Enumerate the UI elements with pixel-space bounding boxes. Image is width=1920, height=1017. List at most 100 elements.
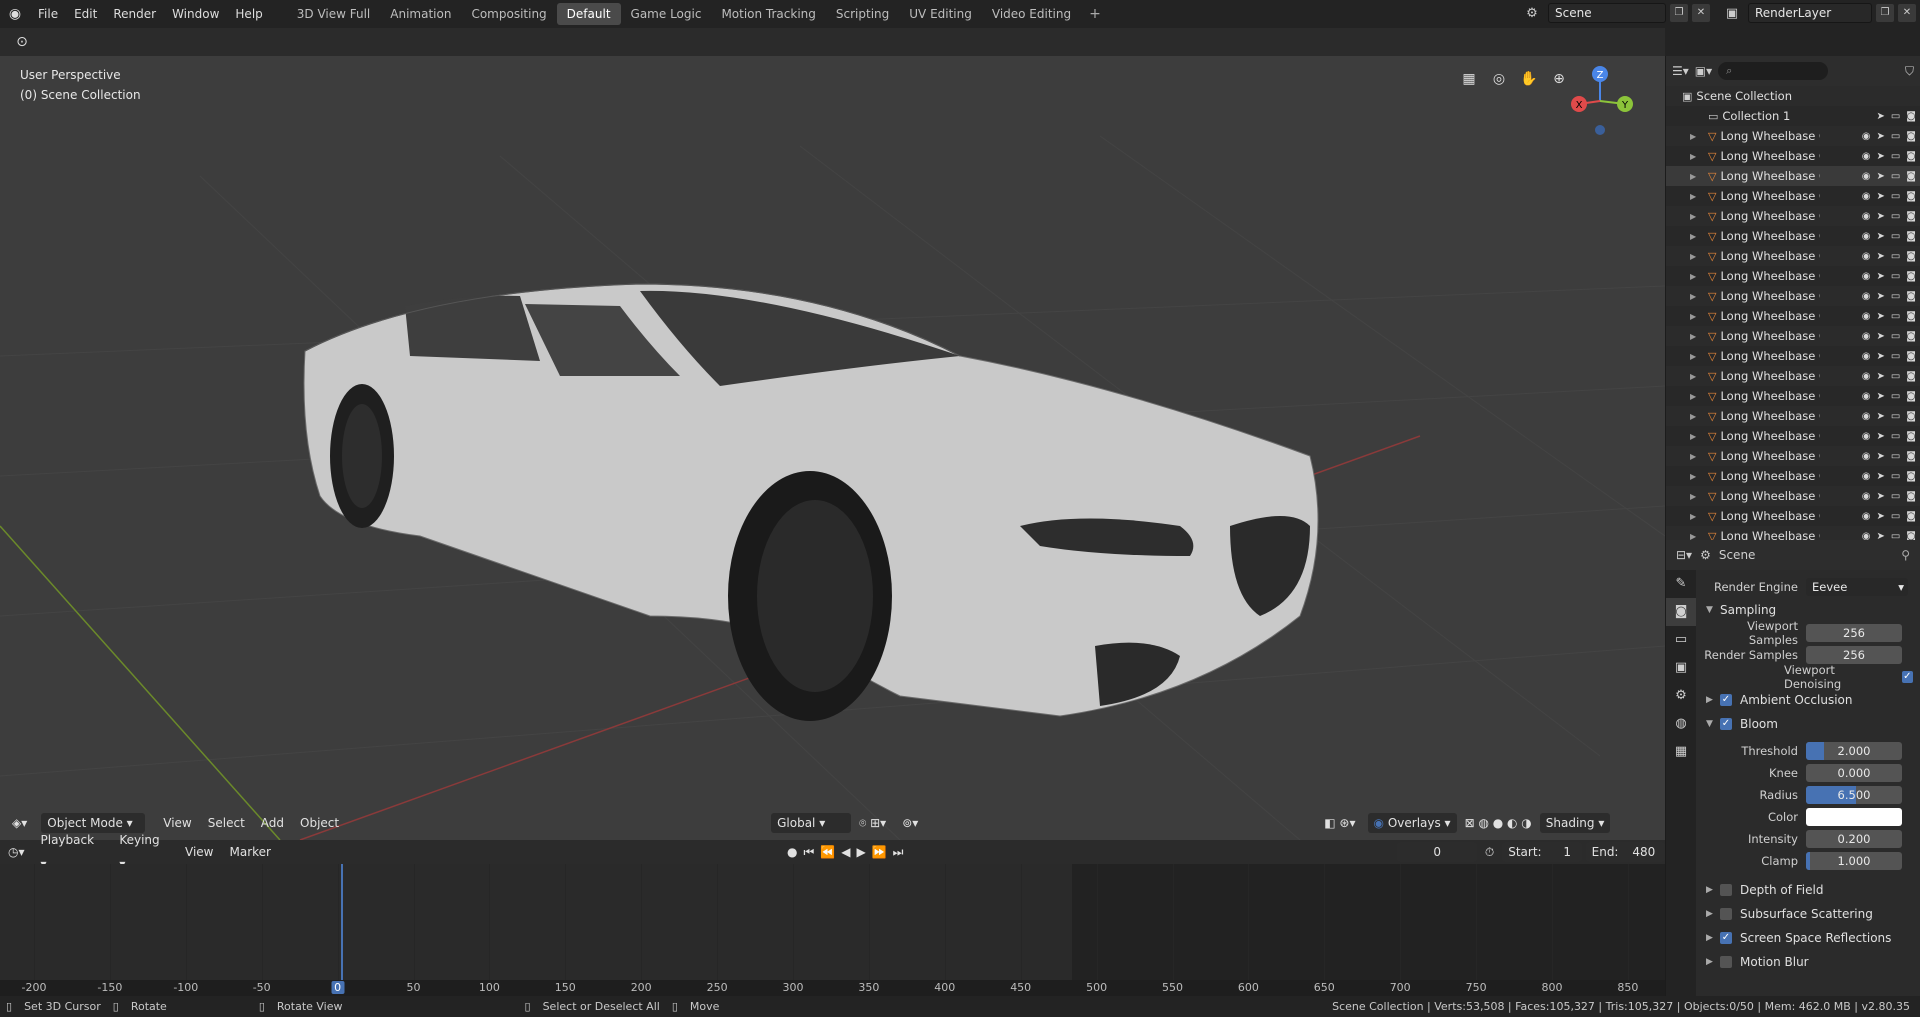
render-toggle-icon[interactable]: ◙ [1906, 531, 1916, 541]
transform-orientation-dropdown[interactable]: Global ▾ [771, 813, 852, 833]
new-scene-icon[interactable]: ❐ [1670, 4, 1688, 22]
clamp-slider[interactable]: 1.000 [1806, 852, 1902, 870]
outliner-search-input[interactable]: ⌕ [1718, 62, 1829, 80]
expand-arrow-icon[interactable]: ▶ [1690, 232, 1708, 241]
play-icon[interactable]: ▶ [856, 845, 871, 859]
eye-icon[interactable]: ◉ [1862, 191, 1871, 202]
select-toggle-icon[interactable]: ➤ [1876, 491, 1884, 502]
delete-layer-icon[interactable]: ✕ [1898, 4, 1916, 22]
viewport-toggle-icon[interactable]: ▭ [1891, 311, 1900, 322]
expand-arrow-icon[interactable]: ▶ [1690, 212, 1708, 221]
render-toggle-icon[interactable]: ◙ [1906, 151, 1916, 162]
menu-render[interactable]: Render [105, 0, 164, 28]
knee-slider[interactable]: 0.000 [1806, 764, 1902, 782]
filter-icon[interactable]: ⛉ [1905, 64, 1914, 79]
menu-help[interactable]: Help [227, 0, 270, 28]
viewport-toggle-icon[interactable]: ▭ [1891, 431, 1900, 442]
viewport-toggle-icon[interactable]: ▭ [1891, 131, 1900, 142]
render-tab-icon[interactable]: ◙ [1666, 598, 1696, 626]
grid-icon[interactable]: ▦ [1458, 68, 1480, 90]
hand-pan-icon[interactable]: ✋ [1518, 68, 1540, 90]
eye-icon[interactable]: ◉ [1862, 171, 1871, 182]
navigation-gizmo[interactable]: Z Y X [1567, 66, 1637, 146]
tab-3d-view-full[interactable]: 3D View Full [287, 3, 381, 25]
expand-arrow-icon[interactable]: ▶ [1690, 172, 1708, 181]
outliner-object-row[interactable]: ▶▽Long Wheelbase Car ◉ ➤ ▭ ◙ [1666, 406, 1920, 426]
viewport-toggle-icon[interactable]: ▭ [1891, 451, 1900, 462]
active-tool-icon[interactable]: ⊙ [10, 32, 34, 52]
select-toggle-icon[interactable]: ➤ [1876, 531, 1884, 541]
outliner-object-row[interactable]: ▶▽Long Wheelbase Car ◉ ➤ ▭ ◙ [1666, 126, 1920, 146]
expand-arrow-icon[interactable]: ▶ [1690, 292, 1708, 301]
tab-default[interactable]: Default [556, 3, 621, 25]
eye-icon[interactable]: ◉ [1862, 351, 1871, 362]
select-toggle-icon[interactable]: ➤ [1876, 451, 1884, 462]
outliner-object-row[interactable]: ▶▽Long Wheelbase Car ◉ ➤ ▭ ◙ [1666, 286, 1920, 306]
texture-tab-icon[interactable]: ▦ [1666, 738, 1696, 766]
viewport-toggle-icon[interactable]: ▭ [1891, 271, 1900, 282]
outliner-object-row[interactable]: ▶▽Long Wheelbase Car ◉ ➤ ▭ ◙ [1666, 486, 1920, 506]
viewport-toggle-icon[interactable]: ▭ [1891, 151, 1900, 162]
viewport-toggle-icon[interactable]: ▭ [1891, 531, 1900, 541]
outliner-object-row[interactable]: ▶▽Long Wheelbase Car ◉ ➤ ▭ ◙ [1666, 226, 1920, 246]
jump-start-icon[interactable]: ⏮ [803, 845, 820, 859]
record-icon[interactable]: ● [787, 845, 803, 859]
select-toggle-icon[interactable]: ➤ [1876, 411, 1884, 422]
threshold-slider[interactable]: 2.000 [1806, 742, 1902, 760]
menu-window[interactable]: Window [164, 0, 227, 28]
render-toggle-icon[interactable]: ◙ [1906, 491, 1916, 502]
render-toggle-icon[interactable]: ◙ [1906, 471, 1916, 482]
select-toggle-icon[interactable]: ➤ [1876, 171, 1884, 182]
outliner-object-row[interactable]: ▶▽Long Wheelbase Car ◉ ➤ ▭ ◙ [1666, 306, 1920, 326]
expand-arrow-icon[interactable]: ▶ [1690, 312, 1708, 321]
ssr-panel[interactable]: ▶ ✓ Screen Space Reflections [1696, 926, 1920, 950]
eye-icon[interactable]: ◉ [1862, 231, 1871, 242]
viewport-toggle-icon[interactable]: ▭ [1891, 111, 1900, 122]
depth-of-field-checkbox[interactable] [1720, 884, 1732, 896]
render-toggle-icon[interactable]: ◙ [1906, 111, 1916, 122]
eye-icon[interactable]: ◉ [1862, 271, 1871, 282]
tab-compositing[interactable]: Compositing [461, 3, 556, 25]
play-reverse-icon[interactable]: ◀ [841, 845, 856, 859]
select-toggle-icon[interactable]: ➤ [1876, 351, 1884, 362]
frame-ruler[interactable]: -200 -150 -100 -50 0 50 100 150 200 250 300 350 400 4… [0, 980, 1665, 996]
blender-logo-icon[interactable]: ◉ [0, 0, 30, 28]
eye-icon[interactable]: ◉ [1862, 431, 1871, 442]
output-tab-icon[interactable]: ▭ [1666, 626, 1696, 654]
scene-collection-row[interactable]: ▣ Scene Collection [1666, 86, 1920, 106]
render-layer-icon[interactable]: ▣ [1720, 6, 1744, 21]
eye-icon[interactable]: ◉ [1862, 411, 1871, 422]
add-workspace-icon[interactable]: + [1081, 6, 1109, 22]
expand-arrow-icon[interactable]: ▶ [1690, 352, 1708, 361]
eye-icon[interactable]: ◉ [1862, 211, 1871, 222]
display-mode-icon[interactable]: ▣▾ [1695, 64, 1712, 78]
expand-arrow-icon[interactable]: ▶ [1690, 432, 1708, 441]
viewport-samples-field[interactable]: 256 [1806, 624, 1902, 642]
select-toggle-icon[interactable]: ➤ [1876, 211, 1884, 222]
select-toggle-icon[interactable]: ➤ [1876, 371, 1884, 382]
camera-icon[interactable]: ◎ [1488, 68, 1510, 90]
viewport-toggle-icon[interactable]: ▭ [1891, 471, 1900, 482]
menu-object[interactable]: Object [292, 811, 347, 835]
denoising-checkbox[interactable]: ✓ [1901, 671, 1913, 683]
scene-tab-icon[interactable]: ⚙ [1666, 682, 1696, 710]
menu-timeline-view[interactable]: View [177, 840, 221, 864]
render-toggle-icon[interactable]: ◙ [1906, 171, 1916, 182]
select-toggle-icon[interactable]: ➤ [1876, 431, 1884, 442]
render-toggle-icon[interactable]: ◙ [1906, 251, 1916, 262]
editor-type-icon[interactable]: ◈▾ [4, 811, 35, 835]
eye-icon[interactable]: ◉ [1862, 471, 1871, 482]
subsurface-checkbox[interactable] [1720, 908, 1732, 920]
menu-marker[interactable]: Marker [222, 840, 279, 864]
render-engine-dropdown[interactable]: Eevee ▾ [1806, 578, 1908, 596]
menu-select[interactable]: Select [200, 811, 253, 835]
collection-row[interactable]: ▭ Collection 1 ➤ ▭ ◙ [1666, 106, 1920, 126]
render-toggle-icon[interactable]: ◙ [1906, 351, 1916, 362]
viewport-toggle-icon[interactable]: ▭ [1891, 411, 1900, 422]
expand-arrow-icon[interactable]: ▶ [1690, 452, 1708, 461]
render-layer-field[interactable]: RenderLayer [1748, 3, 1872, 23]
render-toggle-icon[interactable]: ◙ [1906, 231, 1916, 242]
render-toggle-icon[interactable]: ◙ [1906, 211, 1916, 222]
current-frame-field[interactable]: 0 [1397, 842, 1477, 862]
render-toggle-icon[interactable]: ◙ [1906, 451, 1916, 462]
